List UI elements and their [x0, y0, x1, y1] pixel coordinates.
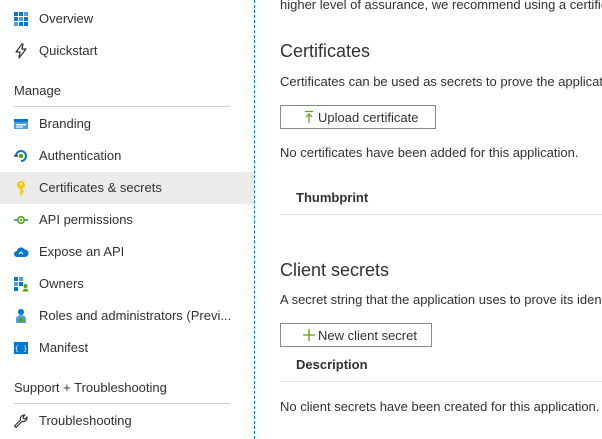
- quickstart-icon: [13, 43, 29, 59]
- new-client-secret-button[interactable]: New client secret: [280, 323, 432, 347]
- sidebar-item-label: Quickstart: [39, 43, 98, 58]
- column-header-thumbprint[interactable]: Thumbprint: [296, 190, 368, 206]
- sidebar-item-label: Authentication: [39, 148, 122, 163]
- certificates-title: Certificates: [280, 41, 371, 61]
- plus-icon: [302, 328, 316, 342]
- manifest-icon: { }: [13, 340, 29, 356]
- sidebar-item-roles-administrators[interactable]: Roles and administrators (Previ...: [0, 300, 254, 332]
- authentication-icon: [13, 148, 29, 164]
- new-client-secret-label: New client secret: [318, 328, 417, 343]
- client-secrets-empty-text: No client secrets have been created for …: [280, 399, 600, 414]
- table-divider: [280, 214, 602, 215]
- sidebar-item-label: Branding: [39, 116, 92, 131]
- sidebar-item-api-permissions[interactable]: API permissions: [0, 204, 254, 236]
- divider: [14, 106, 230, 107]
- owners-icon: [13, 276, 29, 292]
- sidebar-item-owners[interactable]: Owners: [0, 268, 254, 300]
- upload-certificate-label: Upload certificate: [318, 110, 419, 125]
- roles-icon: [13, 308, 29, 324]
- sidebar-item-quickstart[interactable]: Quickstart: [0, 35, 254, 67]
- sidebar-item-label: Expose an API: [39, 244, 125, 259]
- intro-text: higher level of assurance, we recommend …: [280, 0, 602, 12]
- sidebar-item-authentication[interactable]: Authentication: [0, 140, 254, 172]
- overview-grid-icon: [13, 11, 29, 27]
- table-divider: [280, 381, 602, 382]
- sidebar-item-label: Certificates & secrets: [39, 180, 162, 195]
- sidebar: Overview Quickstart Manage Branding Auth…: [0, 0, 254, 439]
- certificates-description: Certificates can be used as secrets to p…: [280, 74, 602, 89]
- api-permissions-icon: [13, 212, 29, 228]
- section-header-support: Support + Troubleshooting: [14, 380, 167, 395]
- section-header-manage: Manage: [14, 83, 61, 98]
- key-icon: [13, 180, 29, 196]
- client-secrets-description: A secret string that the application use…: [280, 292, 602, 307]
- upload-icon: [302, 110, 316, 124]
- sidebar-item-label: Roles and administrators (Previ...: [39, 308, 232, 323]
- divider: [14, 403, 230, 404]
- pane-splitter[interactable]: [254, 0, 255, 439]
- main-content: higher level of assurance, we recommend …: [280, 0, 602, 439]
- wrench-icon: [13, 413, 29, 429]
- branding-icon: [13, 116, 29, 132]
- upload-certificate-button[interactable]: Upload certificate: [280, 105, 436, 129]
- column-header-description[interactable]: Description: [296, 357, 368, 373]
- sidebar-item-label: Troubleshooting: [39, 413, 132, 428]
- sidebar-item-expose-an-api[interactable]: Expose an API: [0, 236, 254, 268]
- client-secrets-title: Client secrets: [280, 260, 390, 280]
- sidebar-item-branding[interactable]: Branding: [0, 108, 254, 140]
- sidebar-item-troubleshooting[interactable]: Troubleshooting: [0, 405, 254, 437]
- sidebar-item-label: Overview: [39, 11, 94, 26]
- svg-text:{ }: { }: [15, 345, 28, 353]
- sidebar-item-manifest[interactable]: { } Manifest: [0, 332, 254, 364]
- sidebar-item-label: Manifest: [39, 340, 89, 355]
- sidebar-item-overview[interactable]: Overview: [0, 3, 254, 35]
- sidebar-item-label: API permissions: [39, 212, 133, 227]
- cloud-icon: [13, 244, 29, 260]
- certificates-empty-text: No certificates have been added for this…: [280, 145, 579, 160]
- sidebar-item-label: Owners: [39, 276, 84, 291]
- sidebar-item-certificates-secrets[interactable]: Certificates & secrets: [0, 172, 254, 204]
